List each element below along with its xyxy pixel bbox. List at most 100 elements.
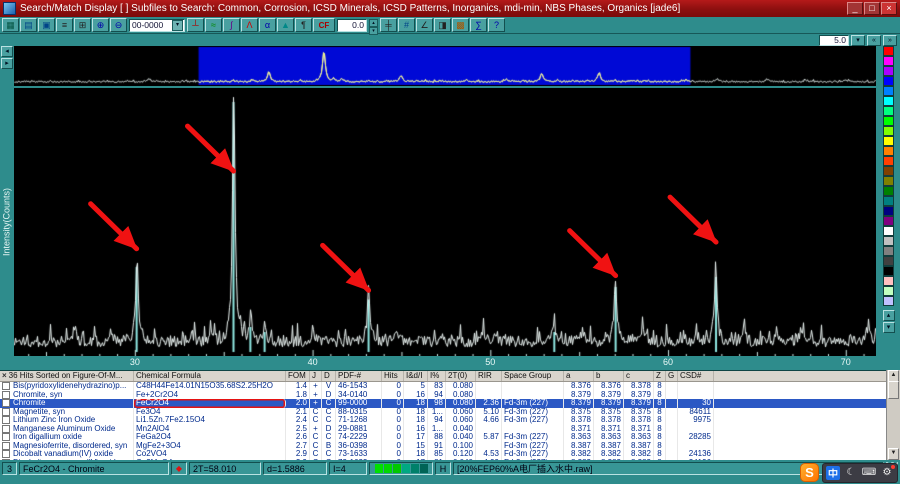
table-row[interactable]: Iron digallium oxide FeGa2O4 2.6 C C 74-2229 0… [0, 433, 886, 442]
close-button[interactable]: × [881, 2, 897, 15]
column-header-sg[interactable]: Space Group [502, 371, 564, 381]
close-hits-icon[interactable]: × [2, 371, 7, 380]
palette-swatch-5[interactable] [883, 86, 894, 96]
column-header-csd[interactable]: CSD# [678, 371, 714, 381]
overview-canvas[interactable] [14, 46, 876, 86]
palette-swatch-23[interactable] [883, 266, 894, 276]
search-match-button[interactable]: ▲ [277, 18, 294, 32]
minimize-button[interactable]: _ [847, 2, 863, 15]
palette-swatch-1[interactable] [883, 46, 894, 56]
palette-swatch-12[interactable] [883, 156, 894, 166]
pan-right-button[interactable]: ▸ [1, 58, 13, 69]
palette-swatch-6[interactable] [883, 96, 894, 106]
threshold-field[interactable]: 0.0 [337, 18, 367, 32]
palette-swatch-17[interactable] [883, 206, 894, 216]
settings-icon[interactable]: ⚙ [880, 464, 895, 480]
palette-swatch-11[interactable] [883, 146, 894, 156]
report-button[interactable]: ¶ [295, 18, 312, 32]
palette-swatch-18[interactable] [883, 216, 894, 226]
column-header-d[interactable]: D [322, 371, 336, 381]
sum-button[interactable]: ∑ [470, 18, 487, 32]
palette-button[interactable]: ▩ [452, 18, 469, 32]
scroll-thumb[interactable] [888, 381, 899, 399]
cf-button[interactable]: CF [313, 18, 335, 32]
column-header-j[interactable]: J [310, 371, 322, 381]
print-button[interactable]: ≡ [56, 18, 73, 32]
palette-down-button[interactable]: ▾ [882, 322, 895, 333]
zoom-in-button[interactable]: ⊕ [92, 18, 109, 32]
palette-swatch-3[interactable] [883, 66, 894, 76]
column-header-idi[interactable]: I&d/I [404, 371, 428, 381]
column-header-b[interactable]: b [594, 371, 624, 381]
tile-windows-button[interactable]: ◨ [434, 18, 451, 32]
palette-swatch-19[interactable] [883, 226, 894, 236]
column-header-pdf[interactable]: PDF-# [336, 371, 382, 381]
column-header-fom[interactable]: FOM [286, 371, 310, 381]
palette-swatch-2[interactable] [883, 56, 894, 66]
palette-swatch-13[interactable] [883, 166, 894, 176]
table-row[interactable]: Magnesioferrite, disordered, syn MgFe2+3O… [0, 441, 886, 450]
moon-icon[interactable]: ☾ [844, 466, 858, 480]
row-checkbox[interactable] [2, 399, 10, 407]
palette-swatch-4[interactable] [883, 76, 894, 86]
column-header-rir[interactable]: RIR [476, 371, 502, 381]
grid-toggle-button[interactable]: # [398, 18, 415, 32]
table-row[interactable]: Chromite, syn Fe+2Cr2O4 1.8 + D 34-0140 0 16 94 0… [0, 390, 886, 399]
palette-swatch-24[interactable] [883, 276, 894, 286]
chinese-mode-icon[interactable] [826, 465, 840, 480]
column-header-name[interactable]: × 36 Hits Sorted on Figure-Of-M... [0, 371, 134, 381]
file-open-button[interactable]: ▤ [20, 18, 37, 32]
row-checkbox[interactable] [2, 416, 10, 424]
page-last-button[interactable]: » [883, 34, 897, 46]
table-row[interactable]: Manganese Aluminum Oxide Mn2AlO4 2.5 + D 29-0… [0, 424, 886, 433]
combo-dropdown-icon[interactable]: ▾ [172, 19, 183, 31]
palette-swatch-7[interactable] [883, 106, 894, 116]
column-header-a[interactable]: a [564, 371, 594, 381]
sogou-logo[interactable]: S [800, 463, 819, 482]
copy-graphics-button[interactable]: ⊞ [74, 18, 91, 32]
maximize-button[interactable]: □ [864, 2, 880, 15]
pdf-number-combo[interactable]: 00-0000 ▾ [129, 18, 185, 32]
range-spinner-button[interactable]: ▾ [851, 34, 865, 46]
file-save-button[interactable]: ▣ [38, 18, 55, 32]
table-row[interactable]: Bis(pyridoxylidenehydrazino)p... C48H44Fe… [0, 382, 886, 391]
palette-swatch-14[interactable] [883, 176, 894, 186]
palette-swatch-8[interactable] [883, 116, 894, 126]
table-row[interactable]: Chromite FeCr2O4 2.0 + C 99-0000 0 18 98 0.080 2.3… [0, 399, 886, 408]
column-header-ipct[interactable]: I% [428, 371, 446, 381]
row-checkbox[interactable] [2, 390, 10, 399]
column-header-g[interactable]: G [666, 371, 678, 381]
palette-up-button[interactable]: ▴ [882, 310, 895, 321]
table-scrollbar[interactable]: ▲ ▼ [886, 370, 900, 460]
column-header-tt0[interactable]: 2T(0) [446, 371, 476, 381]
pan-left-button[interactable]: ◂ [1, 46, 13, 57]
peak-search-button[interactable]: Λ [241, 18, 258, 32]
error-bars-button[interactable]: ╪ [380, 18, 397, 32]
palette-swatch-16[interactable] [883, 196, 894, 206]
column-header-formula[interactable]: Chemical Formula [134, 371, 286, 381]
threshold-spinner[interactable]: ▴ ▾ [369, 18, 378, 35]
pattern-list-button[interactable]: ▦ [2, 18, 19, 32]
background-fit-button[interactable]: ≈ [205, 18, 222, 32]
kalpha2-strip-button[interactable]: α [259, 18, 276, 32]
palette-swatch-22[interactable] [883, 256, 894, 266]
main-canvas[interactable] [14, 88, 876, 356]
overlay-sticks-button[interactable]: ┴ [187, 18, 204, 32]
table-row[interactable]: Lithium Zinc Iron Oxide Li1.5Zn.7Fe2.15O4… [0, 416, 886, 425]
table-row[interactable]: Dicobalt vanadium(IV) oxide Co2VO4 2.9 C C 73… [0, 450, 886, 459]
page-first-button[interactable]: « [867, 34, 881, 46]
row-checkbox[interactable] [2, 441, 10, 450]
column-header-z[interactable]: Z [654, 371, 666, 381]
smooth-button[interactable]: ∫ [223, 18, 240, 32]
palette-swatch-15[interactable] [883, 186, 894, 196]
palette-swatch-20[interactable] [883, 236, 894, 246]
palette-swatch-25[interactable] [883, 286, 894, 296]
palette-swatch-21[interactable] [883, 246, 894, 256]
column-header-hits[interactable]: Hits [382, 371, 404, 381]
angle-tool-button[interactable]: ∠ [416, 18, 433, 32]
column-header-c[interactable]: c [624, 371, 654, 381]
row-checkbox[interactable] [2, 450, 10, 458]
scroll-down-button[interactable]: ▼ [888, 448, 899, 460]
palette-swatch-26[interactable] [883, 296, 894, 306]
row-checkbox[interactable] [2, 424, 10, 433]
